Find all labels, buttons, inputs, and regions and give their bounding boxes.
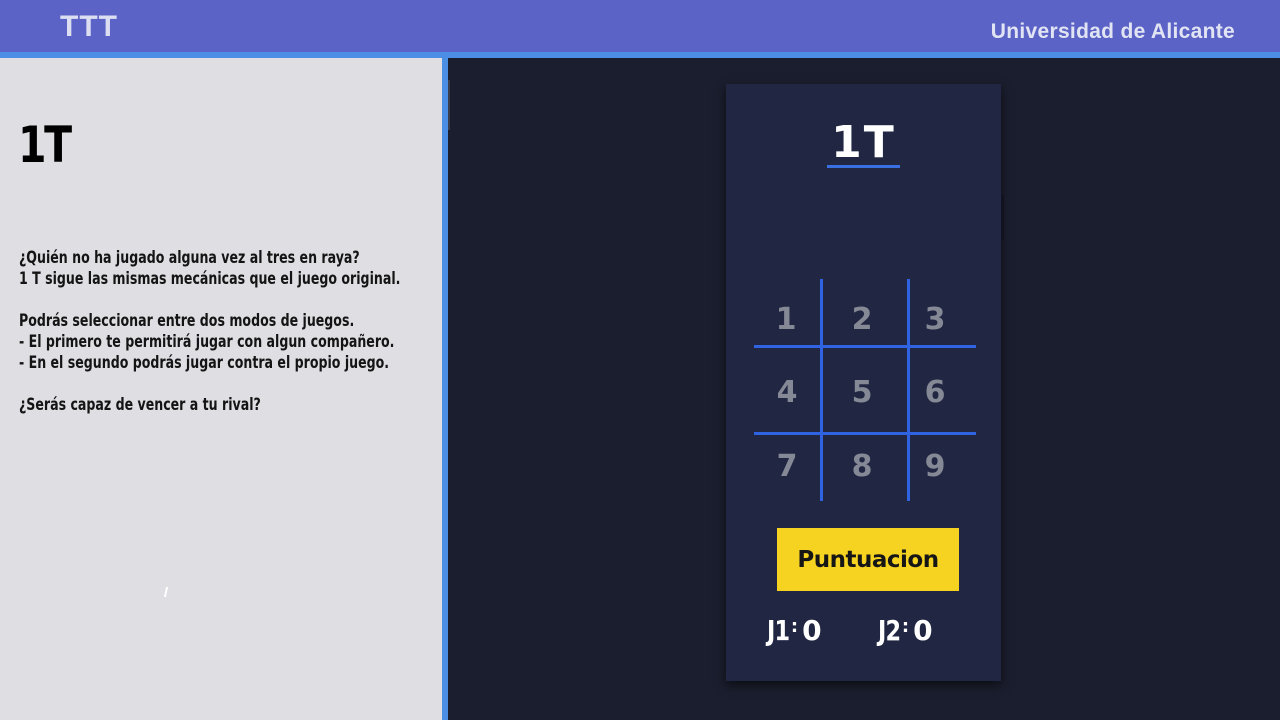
board-cell-1[interactable]: 1 [749, 282, 823, 356]
info-description: ¿Quién no ha jugado alguna vez al tres e… [19, 248, 401, 416]
player2-score: J2: 0 [878, 614, 933, 647]
info-line: ¿Quién no ha jugado alguna vez al tres e… [19, 248, 360, 268]
player1-value: 0 [802, 614, 822, 647]
player1-score: J1: 0 [767, 614, 822, 647]
mouse-cursor [163, 587, 169, 597]
board-cell-7[interactable]: 7 [750, 429, 824, 503]
score-display: J1: 0 J2: 0 [726, 614, 1001, 654]
info-line: ¿Serás capaz de vencer a tu rival? [19, 395, 261, 415]
top-bar: TTT Universidad de Alicante [0, 0, 1280, 52]
info-line: 1 T sigue las mismas mecánicas que el ju… [19, 269, 401, 289]
info-line: - En el segundo podrás jugar contra el p… [19, 353, 390, 373]
board-cell-2[interactable]: 2 [825, 282, 899, 356]
app-title: 1T [831, 117, 896, 168]
info-title: 1T [18, 116, 72, 174]
app-title-underline [827, 165, 900, 168]
info-line: - El primero te permitirá jugar con algu… [19, 332, 395, 352]
board-cell-6[interactable]: 6 [898, 355, 972, 429]
info-line [19, 290, 330, 311]
page-title: TTT [60, 10, 118, 43]
board-cell-4[interactable]: 4 [750, 355, 824, 429]
board-cell-9[interactable]: 9 [898, 429, 972, 503]
player2-label: J2 [878, 614, 901, 647]
phone-side-button [1001, 195, 1004, 240]
player1-label: J1 [767, 614, 790, 647]
board-cell-5[interactable]: 5 [825, 355, 899, 429]
player2-separator: : [901, 616, 910, 637]
phone-screen: 1T 1 2 3 4 5 6 7 8 9 Puntuacion J1: 0 J2:… [726, 84, 1001, 681]
tic-tac-toe-board: 1 2 3 4 5 6 7 8 9 [754, 279, 976, 501]
board-cell-8[interactable]: 8 [825, 429, 899, 503]
organization-name: Universidad de Alicante [990, 20, 1235, 43]
board-cell-3[interactable]: 3 [898, 282, 972, 356]
player2-value: 0 [913, 614, 933, 647]
player1-separator: : [790, 616, 799, 637]
stage-edge [448, 80, 450, 130]
score-button[interactable]: Puntuacion [777, 528, 959, 591]
info-line [19, 374, 330, 395]
info-panel: 1T ¿Quién no ha jugado alguna vez al tre… [0, 58, 442, 720]
info-line: Podrás seleccionar entre dos modos de ju… [19, 311, 355, 331]
